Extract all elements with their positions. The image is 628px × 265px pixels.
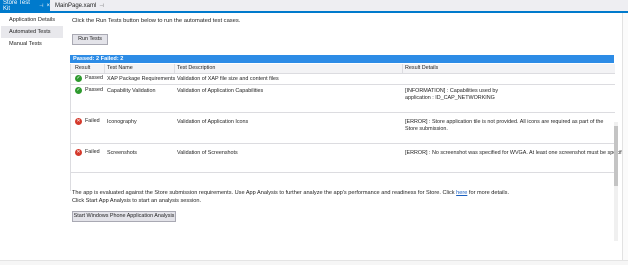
column-header-result[interactable]: Result (75, 65, 90, 71)
sidebar: Application Details Automated Tests Manu… (1, 14, 63, 260)
test-description: Validation of Application Capabilities (177, 88, 264, 94)
sidebar-item-manual-tests[interactable]: Manual Tests (1, 38, 63, 50)
sidebar-item-automated-tests[interactable]: Automated Tests (1, 26, 63, 38)
result-status: Failed (85, 118, 100, 124)
column-header-test-name[interactable]: Test Name (107, 65, 133, 71)
result-status: Passed (85, 87, 103, 93)
instruction-text: Click the Run Tests button below to run … (72, 18, 241, 24)
test-name: Screenshots (107, 150, 137, 156)
table-row[interactable]: ✓ Passed Capability Validation Validatio… (71, 85, 615, 113)
column-divider[interactable] (104, 64, 105, 73)
table-row[interactable]: ✓ Passed XAP Package Requirements Valida… (71, 74, 615, 85)
failed-x-icon: ✕ (75, 149, 82, 156)
evaluation-text-end: for more details. (467, 190, 510, 196)
column-divider[interactable] (174, 64, 175, 73)
tab-mainpage-xaml[interactable]: MainPage.xaml ⊣ (52, 0, 112, 11)
result-details: [INFORMATION] : Capabilities used by app… (405, 88, 499, 101)
results-summary-bar: Passed: 2 Failed: 2 (70, 55, 614, 63)
test-description: Validation of Application Icons (177, 119, 249, 125)
table-row[interactable]: ✕ Failed Iconography Validation of Appli… (71, 113, 615, 144)
passed-check-icon: ✓ (75, 75, 82, 82)
test-name: Iconography (107, 119, 137, 125)
sidebar-item-label: Application Details (9, 17, 56, 23)
more-details-link[interactable]: here (456, 190, 467, 196)
table-row[interactable]: ✕ Failed Screenshots Validation of Scree… (71, 144, 628, 173)
evaluation-text: The app is evaluated against the Store s… (72, 190, 457, 196)
tab-label: Store Test Kit (3, 0, 30, 12)
result-details: [ERROR] : No screenshot was specified fo… (405, 150, 628, 156)
test-description: Validation of XAP file size and content … (177, 76, 279, 82)
run-tests-button[interactable]: Run Tests (72, 34, 108, 45)
tab-underline (0, 11, 628, 13)
sidebar-item-label: Automated Tests (9, 29, 51, 35)
pin-icon[interactable]: ⊣ (99, 3, 103, 9)
results-table: Result Test Name Test Description Result… (70, 64, 628, 241)
table-header: Result Test Name Test Description Result… (71, 64, 615, 74)
results-scrollbar[interactable] (614, 122, 618, 241)
column-divider[interactable] (402, 64, 403, 73)
test-description: Validation of Screenshots (177, 150, 238, 156)
test-name: Capability Validation (107, 88, 156, 94)
failed-x-icon: ✕ (75, 118, 82, 125)
sidebar-item-application-details[interactable]: Application Details (1, 14, 63, 26)
sidebar-item-label: Manual Tests (9, 41, 42, 47)
column-header-result-details[interactable]: Result Details (405, 65, 438, 71)
window-right-edge (622, 13, 628, 264)
passed-check-icon: ✓ (75, 87, 82, 94)
test-name: XAP Package Requirements (107, 76, 176, 82)
pin-icon[interactable]: ⊣ (39, 3, 43, 9)
start-app-analysis-button[interactable]: Start Windows Phone Application Analysis (72, 211, 176, 222)
scrollbar-thumb[interactable] (614, 126, 618, 186)
result-status: Passed (85, 75, 103, 81)
tab-store-test-kit[interactable]: Store Test Kit ⊣ × (0, 0, 50, 12)
analysis-instruction: Click Start App Analysis to start an ana… (72, 198, 202, 204)
evaluation-note: The app is evaluated against the Store s… (72, 190, 509, 196)
result-details: [ERROR] : Store application tile is not … (405, 119, 604, 132)
document-tab-bar: Store Test Kit ⊣ × MainPage.xaml ⊣ (0, 0, 628, 12)
result-status: Failed (85, 149, 100, 155)
close-icon[interactable]: × (46, 3, 50, 9)
window-bottom-edge (0, 260, 628, 265)
tab-label: MainPage.xaml (55, 2, 97, 9)
column-header-test-description[interactable]: Test Description (177, 65, 215, 71)
